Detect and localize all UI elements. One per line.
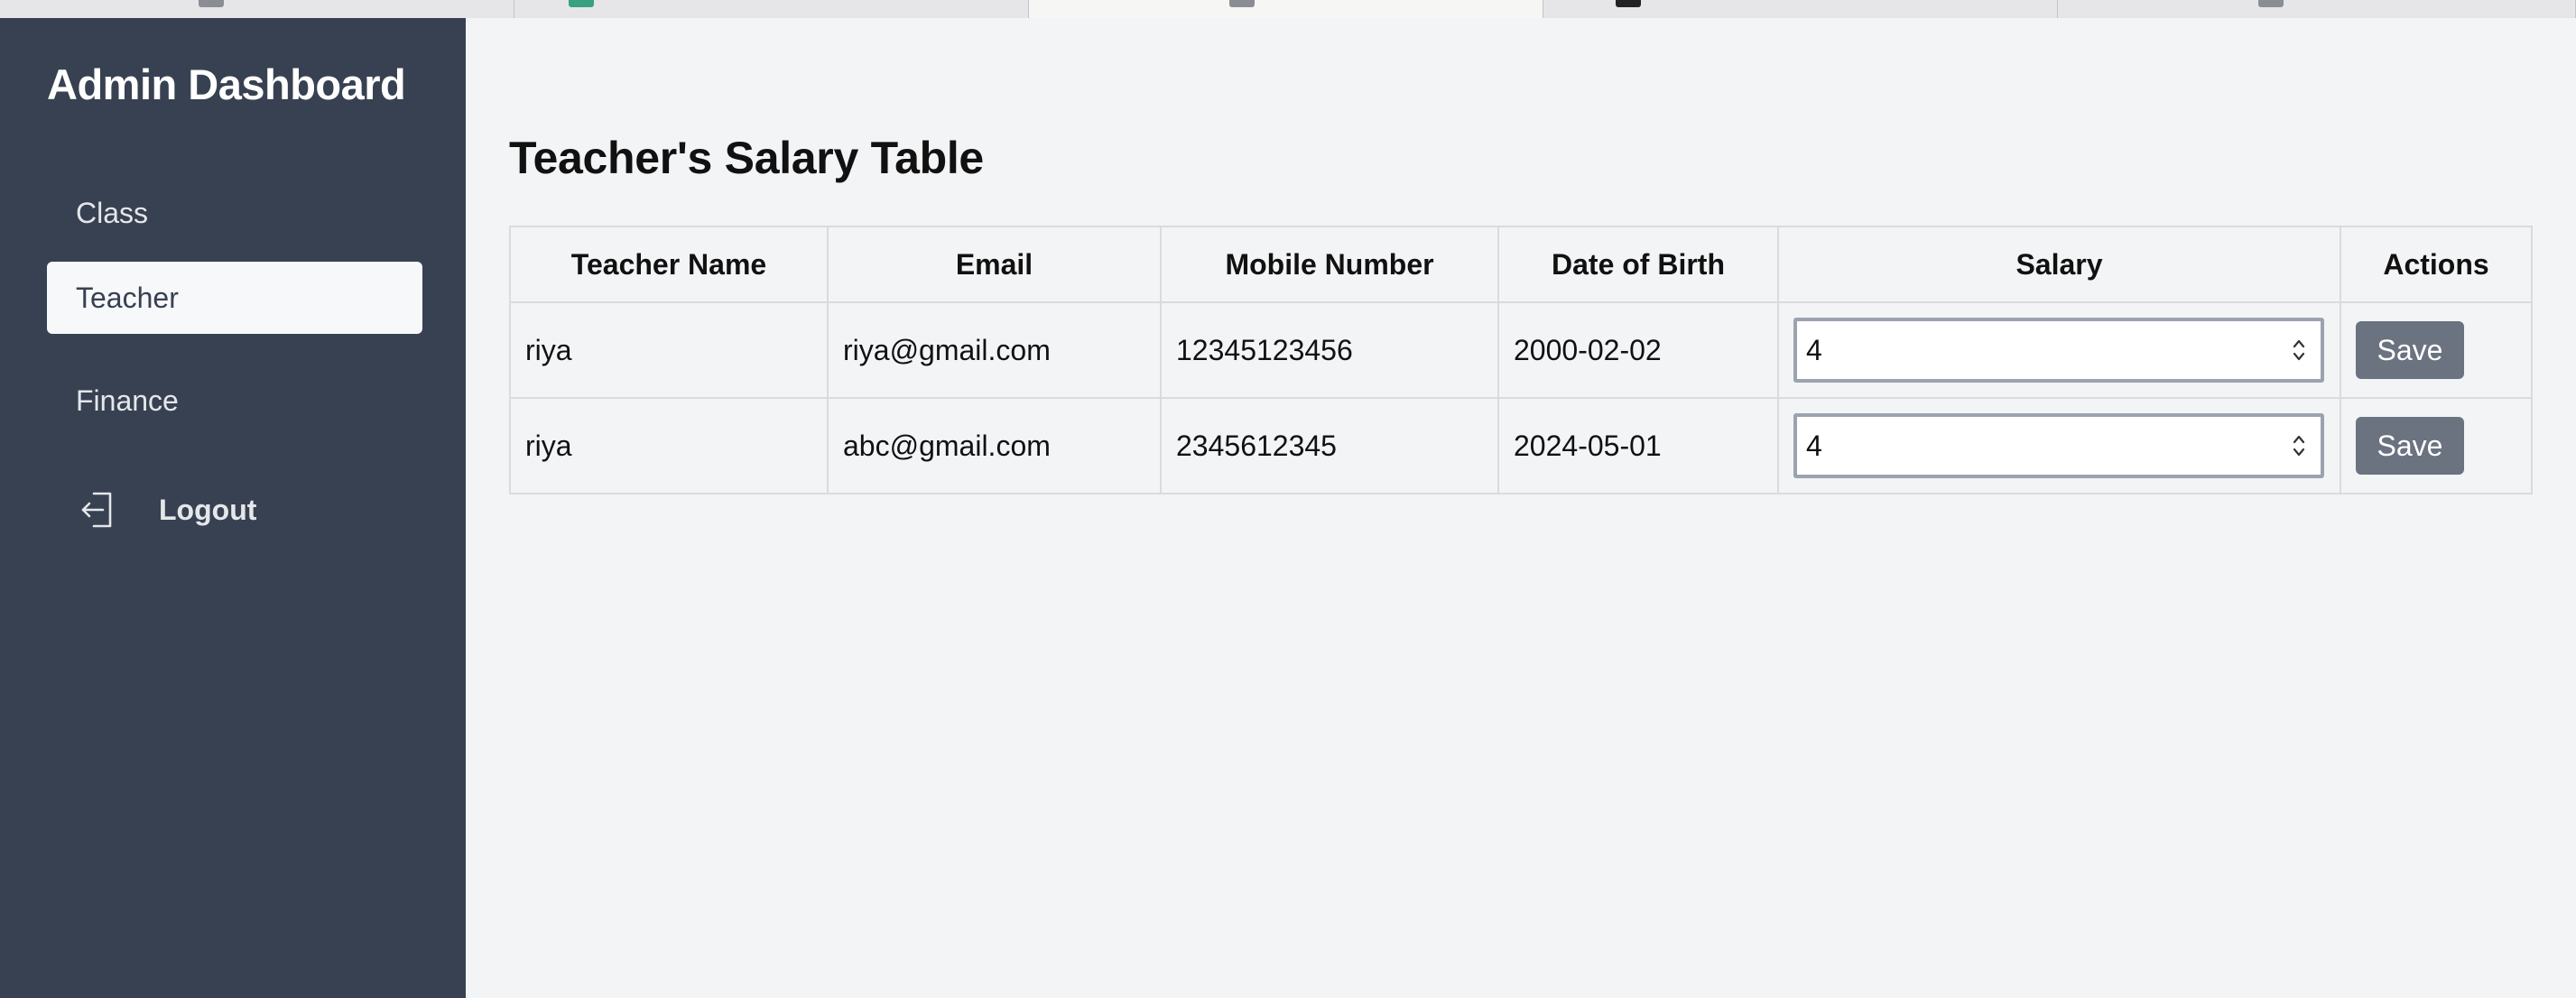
page-title: Teacher's Salary Table	[509, 133, 984, 183]
cell-teacher-name: riya	[509, 397, 829, 494]
cell-mobile-number: 12345123456	[1160, 301, 1499, 399]
logout-button[interactable]: Logout	[47, 474, 422, 546]
column-header-actions: Actions	[2340, 226, 2533, 303]
browser-tab[interactable]	[1543, 0, 2058, 18]
browser-tab-active[interactable]	[1029, 0, 1543, 18]
column-header-email: Email	[827, 226, 1162, 303]
salary-input[interactable]: 4	[1793, 318, 2324, 383]
sidebar: Admin Dashboard Class Teacher Finance Lo…	[0, 18, 466, 998]
browser-tab[interactable]	[0, 0, 514, 18]
table-row: riya abc@gmail.com 2345612345 2024-05-01…	[509, 397, 2533, 494]
logout-icon	[79, 490, 134, 530]
tab-favicon-icon	[569, 0, 594, 7]
column-header-teacher-name: Teacher Name	[509, 226, 829, 303]
cell-mobile-number: 2345612345	[1160, 397, 1499, 494]
spinner-arrows-icon[interactable]	[2292, 336, 2306, 365]
table-header-row: Teacher Name Email Mobile Number Date of…	[509, 226, 2533, 303]
tab-favicon-icon	[199, 0, 224, 7]
table-row: riya riya@gmail.com 12345123456 2000-02-…	[509, 301, 2533, 399]
cell-email: riya@gmail.com	[827, 301, 1162, 399]
sidebar-item-label: Finance	[76, 383, 179, 417]
browser-tab[interactable]	[2058, 0, 2576, 18]
salary-input[interactable]: 4	[1793, 413, 2324, 478]
column-header-salary: Salary	[1777, 226, 2341, 303]
cell-salary: 4	[1777, 397, 2341, 494]
cell-teacher-name: riya	[509, 301, 829, 399]
logout-label: Logout	[159, 493, 257, 526]
tab-favicon-icon	[1616, 0, 1641, 7]
browser-tab[interactable]	[514, 0, 1029, 18]
sidebar-item-finance[interactable]: Finance	[47, 365, 422, 437]
column-header-mobile-number: Mobile Number	[1160, 226, 1499, 303]
cell-email: abc@gmail.com	[827, 397, 1162, 494]
browser-tab-strip	[0, 0, 2576, 18]
cell-actions: Save	[2340, 301, 2533, 399]
sidebar-item-teacher[interactable]: Teacher	[47, 262, 422, 334]
tab-favicon-icon	[2258, 0, 2284, 7]
cell-date-of-birth: 2000-02-02	[1497, 301, 1779, 399]
salary-table: Teacher Name Email Mobile Number Date of…	[509, 226, 2533, 494]
tab-favicon-icon	[1229, 0, 1255, 7]
save-button[interactable]: Save	[2356, 417, 2464, 475]
spinner-arrows-icon[interactable]	[2292, 431, 2306, 460]
app-title: Admin Dashboard	[47, 60, 406, 108]
salary-input-value: 4	[1806, 333, 1822, 366]
cell-salary: 4	[1777, 301, 2341, 399]
cell-actions: Save	[2340, 397, 2533, 494]
sidebar-item-label: Teacher	[76, 281, 179, 314]
column-header-date-of-birth: Date of Birth	[1497, 226, 1779, 303]
sidebar-item-label: Class	[76, 196, 149, 229]
sidebar-item-class[interactable]: Class	[47, 177, 422, 249]
salary-input-value: 4	[1806, 429, 1822, 462]
save-button[interactable]: Save	[2356, 321, 2464, 379]
cell-date-of-birth: 2024-05-01	[1497, 397, 1779, 494]
